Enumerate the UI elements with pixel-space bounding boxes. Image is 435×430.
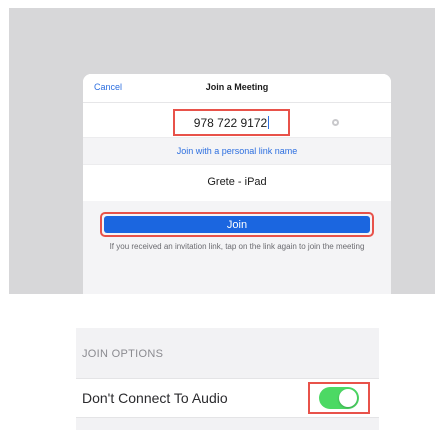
meeting-id-field[interactable]: 978 722 9172 [173,109,290,136]
dialog-backdrop: Cancel Join a Meeting 978 722 9172 Join … [9,8,435,294]
toggle-knob [339,389,357,407]
screen-name-field[interactable]: Grete - iPad [83,176,391,188]
join-button[interactable]: Join [104,216,370,233]
join-hint-text: If you received an invitation link, tap … [109,242,365,251]
join-area: Join If you received an invitation link,… [83,201,391,294]
personal-link-row: Join with a personal link name [83,137,391,165]
dialog-nav-bar: Cancel Join a Meeting [83,74,391,103]
join-options-header: JOIN OPTIONS [82,348,164,360]
meeting-id-input[interactable]: 978 722 9172 [194,116,267,130]
clear-circle-icon[interactable] [332,119,339,126]
join-meeting-dialog: Cancel Join a Meeting 978 722 9172 Join … [83,74,391,294]
join-button-highlight: Join [100,212,374,237]
screen-name-row: Grete - iPad [83,165,391,201]
dont-connect-audio-toggle[interactable] [319,387,359,409]
personal-link-name-link[interactable]: Join with a personal link name [83,146,391,156]
meeting-id-row: 978 722 9172 [83,103,391,137]
option-row-dont-connect-audio: Don't Connect To Audio [76,378,379,418]
dialog-title: Join a Meeting [205,82,269,92]
text-cursor [268,116,270,129]
join-options-panel: JOIN OPTIONS Don't Connect To Audio [76,328,379,430]
option-label: Don't Connect To Audio [82,390,228,406]
toggle-highlight [308,382,370,414]
